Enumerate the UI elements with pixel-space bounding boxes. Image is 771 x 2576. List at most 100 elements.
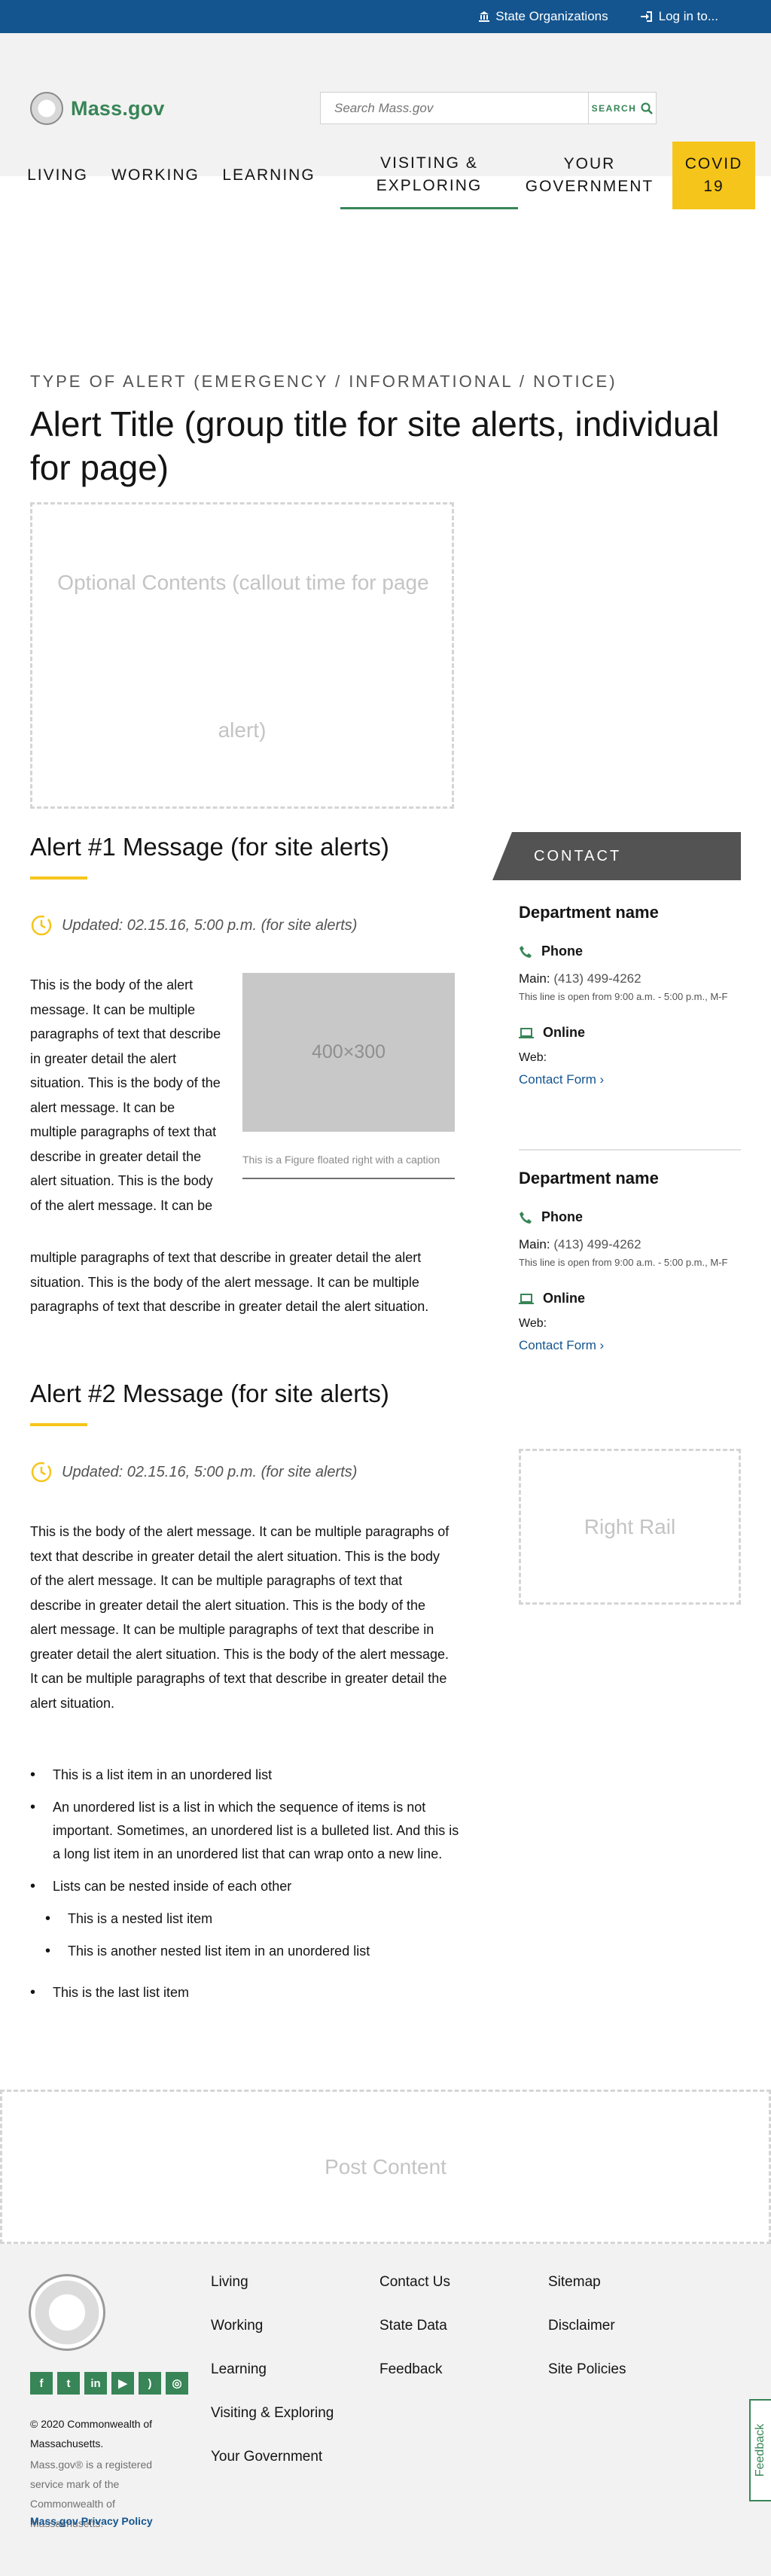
feedback-tab[interactable]: Feedback	[749, 2399, 771, 2501]
main-phone-number[interactable]: (413) 499-4262	[553, 1237, 641, 1251]
search-button-label: SEARCH	[591, 102, 637, 114]
alert-2-updated-text: Updated: 02.15.16, 5:00 p.m. (for site a…	[62, 1463, 358, 1480]
list-item: This is the last list item	[30, 1981, 467, 2004]
page-title: Alert Title (group title for site alerts…	[30, 404, 720, 487]
web-label: Web:	[519, 1317, 547, 1330]
figure-caption: This is a Figure floated right with a ca…	[242, 1150, 455, 1179]
footer-link-feedback[interactable]: Feedback	[379, 2361, 450, 2405]
nav-item-visiting-exploring[interactable]: VISITING & EXPLORING	[340, 142, 518, 209]
phone-hours: This line is open from 9:00 a.m. - 5:00 …	[519, 991, 728, 1002]
commonwealth-seal-icon	[29, 2274, 105, 2351]
footer-link-visiting-exploring[interactable]: Visiting & Exploring	[211, 2405, 334, 2449]
facebook-icon[interactable]: f	[30, 2372, 53, 2395]
alert-1-body-wrap: This is the body of the alert message. I…	[30, 977, 221, 1213]
nav-item-your-government[interactable]: YOUR GOVERNMENT	[526, 142, 653, 209]
online-row: Online	[519, 1025, 741, 1041]
list-item: Lists can be nested inside of each other	[30, 1875, 467, 1898]
feedback-tab-label: Feedback	[754, 2423, 767, 2477]
phone-label: Phone	[541, 944, 584, 959]
footer-link-your-government[interactable]: Your Government	[211, 2449, 334, 2492]
department-card-2: Department name Phone Main: (413) 499-42…	[519, 1169, 741, 1353]
phone-row: Phone	[519, 1209, 741, 1225]
login-link[interactable]: Log in to...	[640, 9, 718, 24]
footer-link-learning[interactable]: Learning	[211, 2361, 334, 2405]
footer-nav-column-3: Sitemap Disclaimer Site Policies	[548, 2274, 626, 2405]
footer-link-contact-us[interactable]: Contact Us	[379, 2274, 450, 2318]
alert-2-heading-rule	[30, 1423, 87, 1426]
contact-header: CONTACT	[492, 832, 741, 880]
youtube-icon[interactable]: ▶	[111, 2372, 134, 2395]
phone-label: Phone	[541, 1209, 584, 1224]
utility-bar: State Organizations Log in to...	[0, 0, 771, 33]
alert-2-updated: Updated: 02.15.16, 5:00 p.m. (for site a…	[30, 1461, 357, 1483]
search-button[interactable]: SEARCH	[588, 93, 656, 123]
social-links: f t in ▶ ) ◎	[30, 2372, 188, 2395]
arrow-right-icon: ›	[599, 1072, 605, 1087]
phone-hours: This line is open from 9:00 a.m. - 5:00 …	[519, 1257, 728, 1268]
rss-icon[interactable]: )	[139, 2372, 161, 2395]
main-label: Main:	[519, 1237, 550, 1251]
footer-link-disclaimer[interactable]: Disclaimer	[548, 2318, 626, 2361]
unordered-list: This is a list item in an unordered list…	[30, 1764, 467, 2014]
footer-link-state-data[interactable]: State Data	[379, 2318, 450, 2361]
figure-image-placeholder: 400×300	[242, 973, 455, 1132]
site-footer: f t in ▶ ) ◎ © 2020 Commonwealth of Mass…	[0, 2244, 771, 2576]
search-icon	[641, 102, 654, 114]
laptop-icon	[519, 1027, 534, 1038]
footer-link-site-policies[interactable]: Site Policies	[548, 2361, 626, 2405]
contact-form-label: Contact Form	[519, 1338, 596, 1352]
web-label: Web:	[519, 1051, 547, 1064]
nested-list-item: This is a nested list item	[30, 1907, 467, 1931]
alert-type-label: TYPE OF ALERT (EMERGENCY / INFORMATIONAL…	[30, 372, 617, 391]
site-search: SEARCH	[320, 92, 657, 124]
search-input[interactable]	[321, 93, 588, 123]
department-card-1: Department name Phone Main: (413) 499-42…	[519, 903, 741, 1087]
linkedin-icon[interactable]: in	[84, 2372, 107, 2395]
online-row: Online	[519, 1291, 741, 1306]
contact-form-link[interactable]: Contact Form ›	[519, 1338, 741, 1353]
phone-icon	[520, 1211, 532, 1224]
nav-item-living[interactable]: LIVING	[27, 142, 87, 209]
arrow-right-icon: ›	[599, 1338, 605, 1352]
phone-icon	[520, 945, 532, 958]
twitter-icon[interactable]: t	[57, 2372, 80, 2395]
copyright-text: © 2020 Commonwealth of Massachusetts.	[30, 2418, 153, 2449]
list-item: This is a list item in an unordered list	[30, 1764, 467, 1787]
callout-text-line-2: alert)	[218, 718, 267, 742]
alert-2-heading: Alert #2 Message (for site alerts)	[30, 1379, 389, 1407]
footer-link-working[interactable]: Working	[211, 2318, 334, 2361]
footer-nav-column-2: Contact Us State Data Feedback	[379, 2274, 450, 2405]
footer-link-sitemap[interactable]: Sitemap	[548, 2274, 626, 2318]
state-seal-icon	[30, 92, 63, 125]
footer-nav-column-1: Living Working Learning Visiting & Explo…	[211, 2274, 334, 2492]
main-phone: Main: (413) 499-4262	[519, 1237, 741, 1252]
main-nav: LIVING WORKING LEARNING VISITING & EXPLO…	[0, 142, 771, 209]
login-icon	[640, 11, 652, 22]
online-label: Online	[543, 1025, 586, 1040]
building-icon	[479, 11, 490, 22]
department-divider	[519, 1149, 741, 1151]
main-phone-number[interactable]: (413) 499-4262	[553, 971, 641, 986]
department-name: Department name	[519, 903, 659, 922]
optional-contents-callout: Optional Contents (callout time for page…	[30, 502, 454, 809]
nav-item-working[interactable]: WORKING	[111, 142, 198, 209]
department-name: Department name	[519, 1169, 659, 1187]
callout-text-line-1: Optional Contents (callout time for page	[57, 571, 429, 594]
logo-text: Mass.gov	[71, 96, 165, 120]
phone-row: Phone	[519, 944, 741, 959]
state-organizations-label: State Organizations	[495, 9, 608, 23]
nav-item-learning[interactable]: LEARNING	[222, 142, 313, 209]
nav-item-covid-19[interactable]: COVID 19	[672, 142, 755, 209]
alert-1-updated: Updated: 02.15.16, 5:00 p.m. (for site a…	[30, 914, 357, 937]
contact-form-label: Contact Form	[519, 1072, 596, 1087]
contact-form-link[interactable]: Contact Form ›	[519, 1072, 741, 1087]
instagram-icon[interactable]: ◎	[166, 2372, 188, 2395]
list-item: An unordered list is a list in which the…	[30, 1796, 467, 1866]
clock-icon	[31, 1462, 52, 1483]
nested-list-item: This is another nested list item in an u…	[30, 1940, 467, 1963]
state-organizations-link[interactable]: State Organizations	[478, 9, 608, 24]
footer-link-living[interactable]: Living	[211, 2274, 334, 2318]
privacy-policy-link[interactable]: Mass.gov Privacy Policy	[30, 2515, 153, 2527]
main-phone: Main: (413) 499-4262	[519, 971, 741, 986]
site-logo[interactable]: Mass.gov	[30, 92, 165, 125]
